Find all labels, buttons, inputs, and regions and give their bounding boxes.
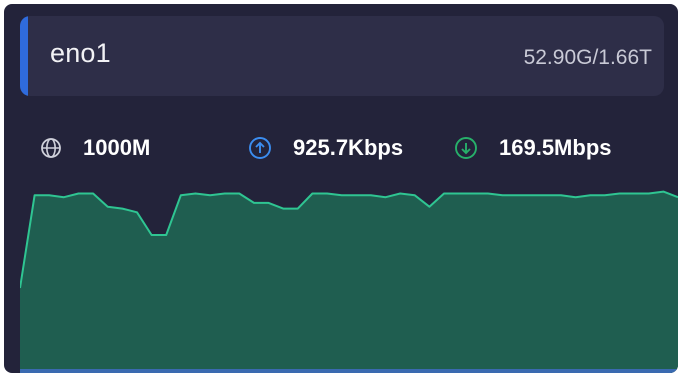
arrow-up-circle-icon <box>248 136 272 160</box>
data-usage: 52.90G/1.66T <box>523 46 652 69</box>
stats-row: 1000M 925.7Kbps 169.5Mbps <box>4 124 678 184</box>
accent-bar <box>20 16 28 96</box>
network-interface-card: eno1 52.90G/1.66T 1000M 925.7Kbps 169.5M… <box>4 4 678 373</box>
upload-rate: 925.7Kbps <box>293 135 404 160</box>
arrow-down-circle-icon <box>454 136 478 160</box>
traffic-area <box>20 191 678 373</box>
interface-name: eno1 <box>50 38 111 68</box>
interface-header: eno1 52.90G/1.66T <box>20 16 664 96</box>
globe-icon <box>40 137 62 159</box>
link-speed-stat: 1000M <box>40 135 150 161</box>
download-rate: 169.5Mbps <box>499 135 612 160</box>
upload-stat: 925.7Kbps <box>248 135 403 161</box>
traffic-chart <box>20 190 678 373</box>
chart-baseline <box>20 369 678 373</box>
download-stat: 169.5Mbps <box>454 135 612 161</box>
link-speed-value: 1000M <box>83 135 151 160</box>
